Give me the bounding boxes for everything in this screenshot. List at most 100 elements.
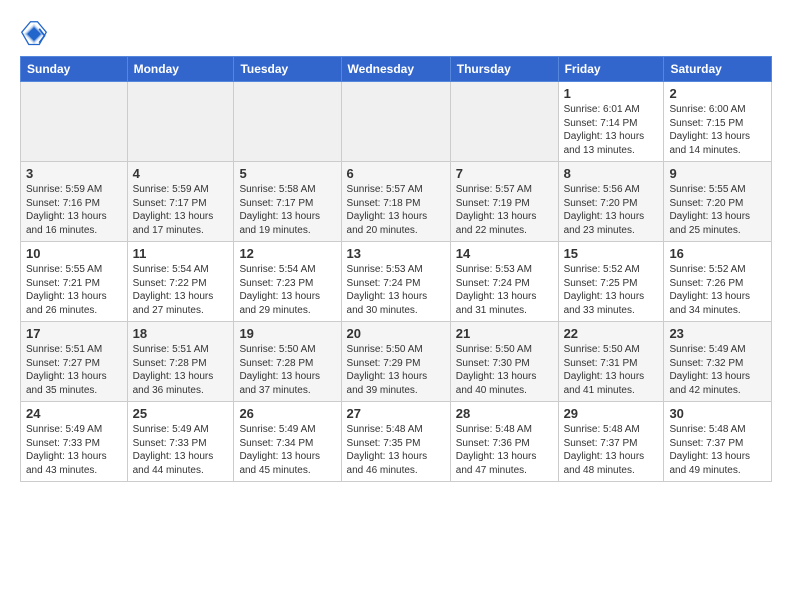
logo-icon xyxy=(20,20,48,48)
calendar-cell: 15 Sunrise: 5:52 AM Sunset: 7:25 PM Dayli… xyxy=(558,242,664,322)
calendar-cell xyxy=(450,82,558,162)
day-number: 15 xyxy=(564,246,659,261)
day-number: 5 xyxy=(239,166,335,181)
calendar-table: SundayMondayTuesdayWednesdayThursdayFrid… xyxy=(20,56,772,482)
day-number: 25 xyxy=(133,406,229,421)
day-number: 30 xyxy=(669,406,766,421)
calendar-cell: 17 Sunrise: 5:51 AM Sunset: 7:27 PM Dayli… xyxy=(21,322,128,402)
calendar-cell: 26 Sunrise: 5:49 AM Sunset: 7:34 PM Dayli… xyxy=(234,402,341,482)
week-row-2: 3Sunrise: 5:59 AM Sunset: 7:16 PM Daylig… xyxy=(21,162,772,242)
calendar-cell: 24 Sunrise: 5:49 AM Sunset: 7:33 PM Dayli… xyxy=(21,402,128,482)
calendar-cell: 4Sunrise: 5:59 AM Sunset: 7:17 PM Daylig… xyxy=(127,162,234,242)
calendar-cell xyxy=(341,82,450,162)
calendar-cell: 28 Sunrise: 5:48 AM Sunset: 7:36 PM Dayli… xyxy=(450,402,558,482)
calendar-cell: 11 Sunrise: 5:54 AM Sunset: 7:22 PM Dayli… xyxy=(127,242,234,322)
day-number: 28 xyxy=(456,406,553,421)
day-number: 3 xyxy=(26,166,122,181)
day-number: 18 xyxy=(133,326,229,341)
weekday-header-tuesday: Tuesday xyxy=(234,57,341,82)
calendar-cell: 27 Sunrise: 5:48 AM Sunset: 7:35 PM Dayli… xyxy=(341,402,450,482)
weekday-header-wednesday: Wednesday xyxy=(341,57,450,82)
day-info: Sunrise: 5:52 AM Sunset: 7:25 PM Dayligh… xyxy=(564,263,659,317)
day-info: Sunrise: 5:53 AM Sunset: 7:24 PM Dayligh… xyxy=(347,263,445,317)
day-info: Sunrise: 5:58 AM Sunset: 7:17 PM Dayligh… xyxy=(239,183,335,237)
day-info: Sunrise: 5:49 AM Sunset: 7:33 PM Dayligh… xyxy=(26,423,122,477)
day-info: Sunrise: 5:49 AM Sunset: 7:34 PM Dayligh… xyxy=(239,423,335,477)
day-number: 11 xyxy=(133,246,229,261)
calendar-cell: 25 Sunrise: 5:49 AM Sunset: 7:33 PM Dayli… xyxy=(127,402,234,482)
day-number: 19 xyxy=(239,326,335,341)
weekday-header-saturday: Saturday xyxy=(664,57,772,82)
calendar-cell: 10 Sunrise: 5:55 AM Sunset: 7:21 PM Dayli… xyxy=(21,242,128,322)
calendar-cell: 21 Sunrise: 5:50 AM Sunset: 7:30 PM Dayli… xyxy=(450,322,558,402)
calendar-cell xyxy=(127,82,234,162)
calendar-cell: 6Sunrise: 5:57 AM Sunset: 7:18 PM Daylig… xyxy=(341,162,450,242)
day-number: 27 xyxy=(347,406,445,421)
calendar-cell: 29 Sunrise: 5:48 AM Sunset: 7:37 PM Dayli… xyxy=(558,402,664,482)
calendar-cell: 8 Sunrise: 5:56 AM Sunset: 7:20 PM Daylig… xyxy=(558,162,664,242)
day-info: Sunrise: 5:50 AM Sunset: 7:29 PM Dayligh… xyxy=(347,343,445,397)
day-info: Sunrise: 6:01 AM Sunset: 7:14 PM Dayligh… xyxy=(564,103,659,157)
day-info: Sunrise: 5:50 AM Sunset: 7:31 PM Dayligh… xyxy=(564,343,659,397)
header xyxy=(20,16,772,48)
day-info: Sunrise: 5:51 AM Sunset: 7:27 PM Dayligh… xyxy=(26,343,122,397)
calendar-cell: 7 Sunrise: 5:57 AM Sunset: 7:19 PM Daylig… xyxy=(450,162,558,242)
day-info: Sunrise: 5:53 AM Sunset: 7:24 PM Dayligh… xyxy=(456,263,553,317)
day-info: Sunrise: 5:50 AM Sunset: 7:30 PM Dayligh… xyxy=(456,343,553,397)
calendar-cell: 3Sunrise: 5:59 AM Sunset: 7:16 PM Daylig… xyxy=(21,162,128,242)
day-info: Sunrise: 5:57 AM Sunset: 7:19 PM Dayligh… xyxy=(456,183,553,237)
day-number: 26 xyxy=(239,406,335,421)
day-number: 1 xyxy=(564,86,659,101)
day-info: Sunrise: 5:54 AM Sunset: 7:22 PM Dayligh… xyxy=(133,263,229,317)
day-info: Sunrise: 5:57 AM Sunset: 7:18 PM Dayligh… xyxy=(347,183,445,237)
day-info: Sunrise: 5:49 AM Sunset: 7:32 PM Dayligh… xyxy=(669,343,766,397)
day-number: 29 xyxy=(564,406,659,421)
logo xyxy=(20,16,48,48)
day-number: 20 xyxy=(347,326,445,341)
day-number: 10 xyxy=(26,246,122,261)
week-row-5: 24 Sunrise: 5:49 AM Sunset: 7:33 PM Dayli… xyxy=(21,402,772,482)
day-info: Sunrise: 5:49 AM Sunset: 7:33 PM Dayligh… xyxy=(133,423,229,477)
day-info: Sunrise: 5:56 AM Sunset: 7:20 PM Dayligh… xyxy=(564,183,659,237)
weekday-header-row: SundayMondayTuesdayWednesdayThursdayFrid… xyxy=(21,57,772,82)
week-row-4: 17 Sunrise: 5:51 AM Sunset: 7:27 PM Dayli… xyxy=(21,322,772,402)
day-number: 14 xyxy=(456,246,553,261)
day-number: 8 xyxy=(564,166,659,181)
day-number: 12 xyxy=(239,246,335,261)
day-number: 23 xyxy=(669,326,766,341)
day-info: Sunrise: 5:48 AM Sunset: 7:37 PM Dayligh… xyxy=(564,423,659,477)
calendar-cell: 20 Sunrise: 5:50 AM Sunset: 7:29 PM Dayli… xyxy=(341,322,450,402)
page: SundayMondayTuesdayWednesdayThursdayFrid… xyxy=(0,0,792,498)
calendar-cell: 2 Sunrise: 6:00 AM Sunset: 7:15 PM Daylig… xyxy=(664,82,772,162)
calendar-cell: 30 Sunrise: 5:48 AM Sunset: 7:37 PM Dayli… xyxy=(664,402,772,482)
day-info: Sunrise: 5:54 AM Sunset: 7:23 PM Dayligh… xyxy=(239,263,335,317)
calendar-cell: 9 Sunrise: 5:55 AM Sunset: 7:20 PM Daylig… xyxy=(664,162,772,242)
calendar-cell: 23 Sunrise: 5:49 AM Sunset: 7:32 PM Dayli… xyxy=(664,322,772,402)
calendar-cell xyxy=(21,82,128,162)
day-info: Sunrise: 5:52 AM Sunset: 7:26 PM Dayligh… xyxy=(669,263,766,317)
day-number: 13 xyxy=(347,246,445,261)
day-number: 21 xyxy=(456,326,553,341)
day-info: Sunrise: 6:00 AM Sunset: 7:15 PM Dayligh… xyxy=(669,103,766,157)
day-info: Sunrise: 5:51 AM Sunset: 7:28 PM Dayligh… xyxy=(133,343,229,397)
calendar-cell: 19 Sunrise: 5:50 AM Sunset: 7:28 PM Dayli… xyxy=(234,322,341,402)
calendar-cell: 14 Sunrise: 5:53 AM Sunset: 7:24 PM Dayli… xyxy=(450,242,558,322)
day-info: Sunrise: 5:48 AM Sunset: 7:36 PM Dayligh… xyxy=(456,423,553,477)
calendar-cell: 12 Sunrise: 5:54 AM Sunset: 7:23 PM Dayli… xyxy=(234,242,341,322)
day-number: 9 xyxy=(669,166,766,181)
day-number: 24 xyxy=(26,406,122,421)
calendar-cell: 16Sunrise: 5:52 AM Sunset: 7:26 PM Dayli… xyxy=(664,242,772,322)
weekday-header-sunday: Sunday xyxy=(21,57,128,82)
day-info: Sunrise: 5:50 AM Sunset: 7:28 PM Dayligh… xyxy=(239,343,335,397)
day-info: Sunrise: 5:48 AM Sunset: 7:37 PM Dayligh… xyxy=(669,423,766,477)
day-info: Sunrise: 5:48 AM Sunset: 7:35 PM Dayligh… xyxy=(347,423,445,477)
calendar-cell: 1 Sunrise: 6:01 AM Sunset: 7:14 PM Daylig… xyxy=(558,82,664,162)
day-number: 7 xyxy=(456,166,553,181)
day-number: 17 xyxy=(26,326,122,341)
day-info: Sunrise: 5:55 AM Sunset: 7:21 PM Dayligh… xyxy=(26,263,122,317)
calendar-cell: 13 Sunrise: 5:53 AM Sunset: 7:24 PM Dayli… xyxy=(341,242,450,322)
day-info: Sunrise: 5:55 AM Sunset: 7:20 PM Dayligh… xyxy=(669,183,766,237)
weekday-header-thursday: Thursday xyxy=(450,57,558,82)
calendar-cell: 5 Sunrise: 5:58 AM Sunset: 7:17 PM Daylig… xyxy=(234,162,341,242)
day-number: 2 xyxy=(669,86,766,101)
